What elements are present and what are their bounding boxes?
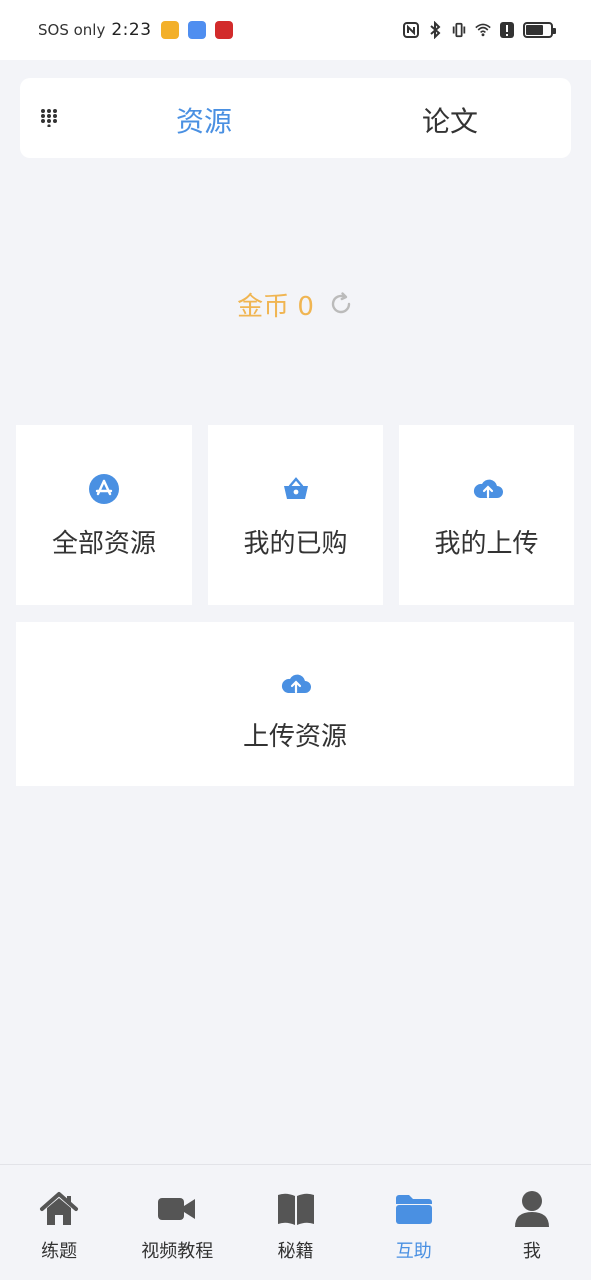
bottom-nav: 练题 视频教程 秘籍 互助 我	[0, 1164, 591, 1280]
video-camera-icon	[157, 1189, 197, 1229]
coins-label: 金币 0	[237, 291, 314, 322]
book-icon	[276, 1189, 316, 1229]
nav-me-label: 我	[522, 1241, 541, 1262]
clock: 2:23	[111, 20, 152, 40]
bluetooth-icon	[427, 21, 443, 39]
coins-display: 金币 0	[0, 284, 591, 324]
home-icon	[39, 1189, 79, 1229]
sos-status: SOS only	[38, 21, 106, 39]
folder-icon	[394, 1189, 434, 1229]
nfc-icon	[403, 21, 419, 39]
upload-resource-button[interactable]: 上传资源	[16, 622, 574, 786]
nav-practice-label: 练题	[41, 1241, 78, 1262]
upload-resource-label: 上传资源	[242, 722, 347, 752]
nav-video-tutorials[interactable]: 视频教程	[118, 1165, 236, 1280]
nav-practice[interactable]: 练题	[0, 1165, 118, 1280]
notification-app-icon	[214, 21, 233, 39]
vibrate-icon	[451, 21, 467, 39]
wifi-icon	[475, 21, 491, 39]
nav-me[interactable]: 我	[473, 1165, 591, 1280]
battery-icon	[523, 22, 556, 38]
my-purchased-label: 我的已购	[243, 529, 348, 559]
all-resources-button[interactable]: 全部资源	[16, 425, 192, 605]
my-uploads-label: 我的上传	[434, 529, 539, 559]
app-store-icon	[88, 473, 120, 505]
notification-app-icon	[160, 21, 179, 39]
refresh-icon[interactable]	[328, 291, 354, 317]
status-right	[403, 21, 556, 39]
nav-mutual-help[interactable]: 互助	[355, 1165, 473, 1280]
grid-menu-icon[interactable]	[41, 109, 57, 128]
nav-mutual-help-label: 互助	[395, 1241, 432, 1262]
my-purchased-button[interactable]: 我的已购	[208, 425, 383, 605]
alert-icon	[499, 21, 515, 39]
status-bar: SOS only 2:23	[0, 0, 591, 60]
cloud-upload-icon	[471, 473, 503, 505]
cloud-upload-icon	[279, 668, 311, 700]
all-resources-label: 全部资源	[51, 529, 156, 559]
tab-resources[interactable]: 资源	[176, 100, 232, 140]
basket-icon	[280, 473, 312, 505]
tab-papers[interactable]: 论文	[422, 100, 478, 140]
my-uploads-button[interactable]: 我的上传	[399, 425, 574, 605]
nav-tips[interactable]: 秘籍	[236, 1165, 354, 1280]
nav-video-tutorials-label: 视频教程	[141, 1241, 214, 1262]
nav-tips-label: 秘籍	[277, 1241, 314, 1262]
user-icon	[512, 1189, 552, 1229]
top-tab-bar: 资源 论文	[20, 78, 571, 158]
notification-app-icon	[187, 21, 206, 39]
status-left: SOS only 2:23	[38, 20, 233, 40]
